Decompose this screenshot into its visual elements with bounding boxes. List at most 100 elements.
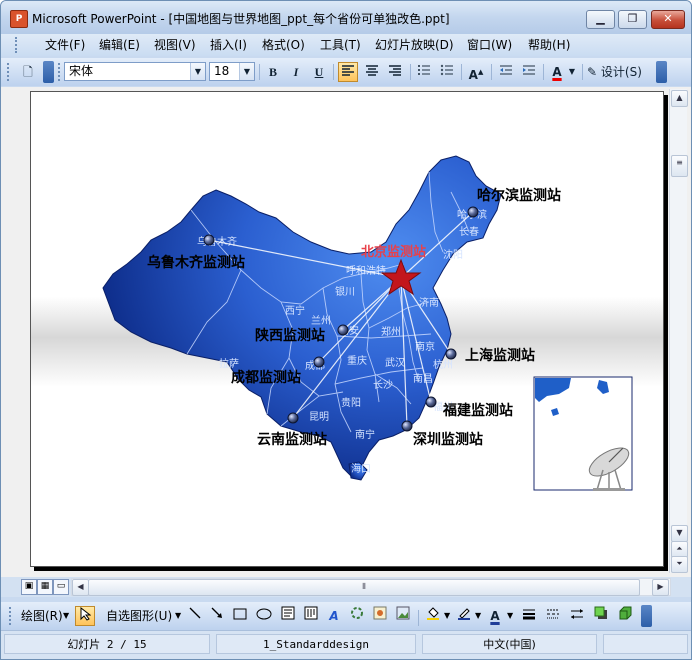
- minimize-button[interactable]: ▁: [586, 10, 615, 29]
- menu-view[interactable]: 视图(V): [154, 37, 196, 53]
- bold-button[interactable]: B: [263, 62, 283, 82]
- bullets-button[interactable]: [437, 62, 457, 82]
- powerpoint-app-icon[interactable]: P: [10, 10, 28, 28]
- station-label[interactable]: 哈尔滨监测站: [477, 187, 561, 204]
- select-pointer-button[interactable]: [75, 606, 95, 626]
- menu-help[interactable]: 帮助(H): [528, 37, 570, 53]
- decrease-indent-button[interactable]: [496, 62, 516, 82]
- align-center-button[interactable]: [362, 62, 382, 82]
- station-label[interactable]: 成都监测站: [231, 369, 301, 386]
- textbox-tool-button[interactable]: [278, 606, 298, 626]
- align-left-button[interactable]: [338, 62, 358, 82]
- scroll-thumb[interactable]: ≡: [671, 155, 688, 177]
- slide-canvas[interactable]: 乌鲁木齐 哈尔滨 长春 沈阳 呼和浩特 银川 兰州 西宁 郑州 西安 成都 拉萨…: [30, 91, 664, 567]
- station-dot[interactable]: [287, 412, 299, 424]
- slide-sorter-view-icon[interactable]: ▦: [37, 579, 53, 595]
- station-dot[interactable]: [425, 396, 437, 408]
- toolbar-options-icon[interactable]: [43, 61, 54, 83]
- toolbar-grip[interactable]: [7, 63, 12, 81]
- chevron-down-icon[interactable]: ▼: [239, 63, 254, 80]
- scroll-left-icon[interactable]: ◀: [72, 579, 89, 596]
- station-dot[interactable]: [203, 234, 215, 246]
- chevron-down-icon[interactable]: ▼: [475, 607, 481, 625]
- south-china-sea-inset[interactable]: [533, 376, 633, 491]
- line-style-button[interactable]: [519, 606, 539, 626]
- vertical-scrollbar[interactable]: ▲ ≡ ▼ ⏶ ⏷: [669, 89, 688, 573]
- horizontal-scrollbar[interactable]: ◀ ⦀ ▶: [71, 578, 671, 596]
- vertical-textbox-button[interactable]: [301, 606, 321, 626]
- insert-picture-button[interactable]: [393, 606, 413, 626]
- toolbar-grip[interactable]: [9, 607, 14, 625]
- font-color-button[interactable]: A: [547, 62, 567, 82]
- underline-button[interactable]: U: [309, 62, 329, 82]
- draw-menu-button[interactable]: 绘图(R): [21, 607, 63, 625]
- menu-insert[interactable]: 插入(I): [210, 37, 247, 53]
- italic-button[interactable]: I: [286, 62, 306, 82]
- view-and-hscroll-bar: ▣ ▦ ▭ ◀ ⦀ ▶: [1, 577, 691, 597]
- menu-tools[interactable]: 工具(T): [320, 37, 361, 53]
- chevron-down-icon[interactable]: ▼: [444, 607, 450, 625]
- chevron-down-icon[interactable]: ▼: [567, 62, 577, 82]
- scroll-up-icon[interactable]: ▲: [671, 90, 688, 107]
- toolbar-grip-2[interactable]: [58, 63, 63, 81]
- menu-file[interactable]: 文件(F): [45, 37, 85, 53]
- dash-style-button[interactable]: [543, 606, 563, 626]
- menu-grip[interactable]: [15, 37, 23, 53]
- station-dot[interactable]: [445, 348, 457, 360]
- font-name-combo[interactable]: 宋体 ▼: [64, 62, 206, 81]
- clipart-button[interactable]: [370, 606, 390, 626]
- fill-color-button[interactable]: [423, 606, 443, 626]
- menu-edit[interactable]: 编辑(E): [99, 37, 140, 53]
- 3d-style-button[interactable]: [615, 606, 635, 626]
- wordart-button[interactable]: A: [324, 606, 344, 626]
- drawing-toolbar: 绘图(R) ▼ 自选图形(U) ▼ A ▼ ▼ A ▼: [1, 602, 691, 630]
- diagram-button[interactable]: [347, 606, 367, 626]
- chevron-down-icon[interactable]: ▼: [507, 607, 513, 625]
- new-document-icon[interactable]: 🗋: [18, 62, 38, 82]
- menu-format[interactable]: 格式(O): [262, 37, 305, 53]
- design-button[interactable]: ✎ 设计(S): [587, 62, 651, 82]
- next-slide-icon[interactable]: ⏷: [671, 556, 688, 573]
- station-label[interactable]: 云南监测站: [257, 431, 327, 448]
- font-size-value: 18: [214, 64, 230, 78]
- station-label[interactable]: 福建监测站: [442, 402, 513, 419]
- station-label[interactable]: 深圳监测站: [413, 431, 483, 448]
- hscroll-thumb[interactable]: ⦀: [88, 579, 640, 596]
- normal-view-icon[interactable]: ▣: [21, 579, 37, 595]
- menu-slideshow[interactable]: 幻灯片放映(D): [375, 37, 454, 53]
- arrow-tool-button[interactable]: [207, 606, 227, 626]
- chevron-down-icon[interactable]: ▼: [175, 607, 181, 625]
- station-dot[interactable]: [401, 420, 413, 432]
- station-label[interactable]: 乌鲁木齐监测站: [147, 254, 245, 271]
- station-label[interactable]: 上海监测站: [465, 347, 535, 364]
- rectangle-tool-button[interactable]: [230, 606, 250, 626]
- increase-indent-button[interactable]: [519, 62, 539, 82]
- autoshapes-button[interactable]: 自选图形(U): [106, 607, 172, 625]
- close-button[interactable]: ✕: [651, 10, 685, 29]
- decrease-indent-icon: [500, 65, 512, 75]
- menu-window[interactable]: 窗口(W): [467, 37, 512, 53]
- slideshow-view-icon[interactable]: ▭: [53, 579, 69, 595]
- station-dot[interactable]: [337, 324, 349, 336]
- maximize-button[interactable]: ❐: [618, 10, 647, 29]
- font-size-combo[interactable]: 18 ▼: [209, 62, 255, 81]
- oval-tool-button[interactable]: [254, 606, 274, 626]
- shadow-style-button[interactable]: [591, 606, 611, 626]
- status-bar: 幻灯片 2 / 15 1_Standarddesign 中文(中国): [1, 630, 691, 659]
- align-right-button[interactable]: [385, 62, 405, 82]
- line-tool-button[interactable]: [185, 606, 205, 626]
- chevron-down-icon[interactable]: ▼: [190, 63, 205, 80]
- line-color-button[interactable]: [454, 606, 474, 626]
- scroll-right-icon[interactable]: ▶: [652, 579, 669, 596]
- chevron-down-icon[interactable]: ▼: [63, 607, 69, 625]
- station-label[interactable]: 陕西监测站: [255, 327, 325, 344]
- arrow-style-button[interactable]: [567, 606, 587, 626]
- increase-font-size-button[interactable]: A▲: [466, 62, 486, 82]
- numbering-button[interactable]: [414, 62, 434, 82]
- toolbar-options-icon[interactable]: [656, 61, 667, 83]
- toolbar-options-icon[interactable]: [641, 605, 652, 627]
- station-dot[interactable]: [313, 356, 325, 368]
- font-color-draw-button[interactable]: A: [485, 606, 505, 626]
- scroll-down-icon[interactable]: ▼: [671, 525, 688, 542]
- station-dot[interactable]: [467, 206, 479, 218]
